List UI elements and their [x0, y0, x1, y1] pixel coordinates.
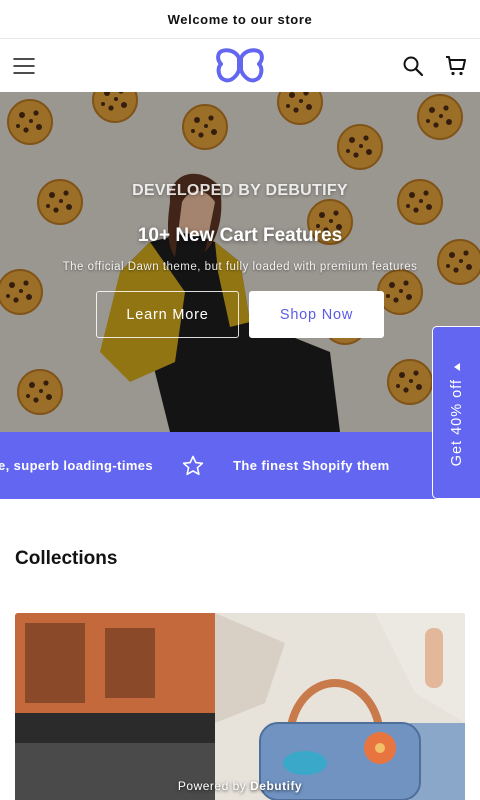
collection-card-image[interactable]: [15, 613, 465, 800]
announcement-bar: Welcome to our store: [0, 0, 480, 39]
marquee-item: nance, superb loading-times: [0, 458, 154, 473]
powered-prefix: Powered by: [177, 779, 247, 793]
powered-brand[interactable]: Debutify: [250, 779, 302, 793]
caret-left-icon: [453, 363, 460, 371]
announcement-text: Welcome to our store: [167, 11, 313, 27]
hamburger-menu-icon[interactable]: [12, 54, 36, 78]
discount-side-tab[interactable]: Get 40% off: [432, 326, 480, 499]
marquee-track: nance, superb loading-times The finest S…: [0, 432, 390, 499]
announcement-marquee: nance, superb loading-times The finest S…: [0, 432, 480, 499]
discount-tab-label: Get 40% off: [448, 379, 465, 467]
powered-by-text: Powered by Debutify: [0, 779, 480, 793]
learn-more-button[interactable]: Learn More: [96, 291, 239, 338]
star-outline-icon: [181, 454, 205, 478]
hero-buttons: Learn More Shop Now: [96, 291, 384, 338]
hero-banner: DEVELOPED BY DEBUTIFY 10+ New Cart Featu…: [0, 92, 480, 432]
collections-heading: Collections: [15, 548, 118, 569]
marquee-item: The finest Shopify them: [233, 458, 390, 473]
shop-now-button[interactable]: Shop Now: [249, 291, 384, 338]
cart-icon[interactable]: [444, 54, 468, 78]
hero-subtitle: The official Dawn theme, but fully loade…: [62, 261, 418, 273]
hero-content: DEVELOPED BY DEBUTIFY 10+ New Cart Featu…: [0, 92, 480, 432]
hero-title: 10+ New Cart Features: [137, 225, 343, 246]
search-icon[interactable]: [401, 54, 425, 78]
site-header: [0, 39, 480, 92]
store-logo[interactable]: [214, 48, 266, 84]
hero-eyebrow: DEVELOPED BY DEBUTIFY: [132, 182, 348, 199]
